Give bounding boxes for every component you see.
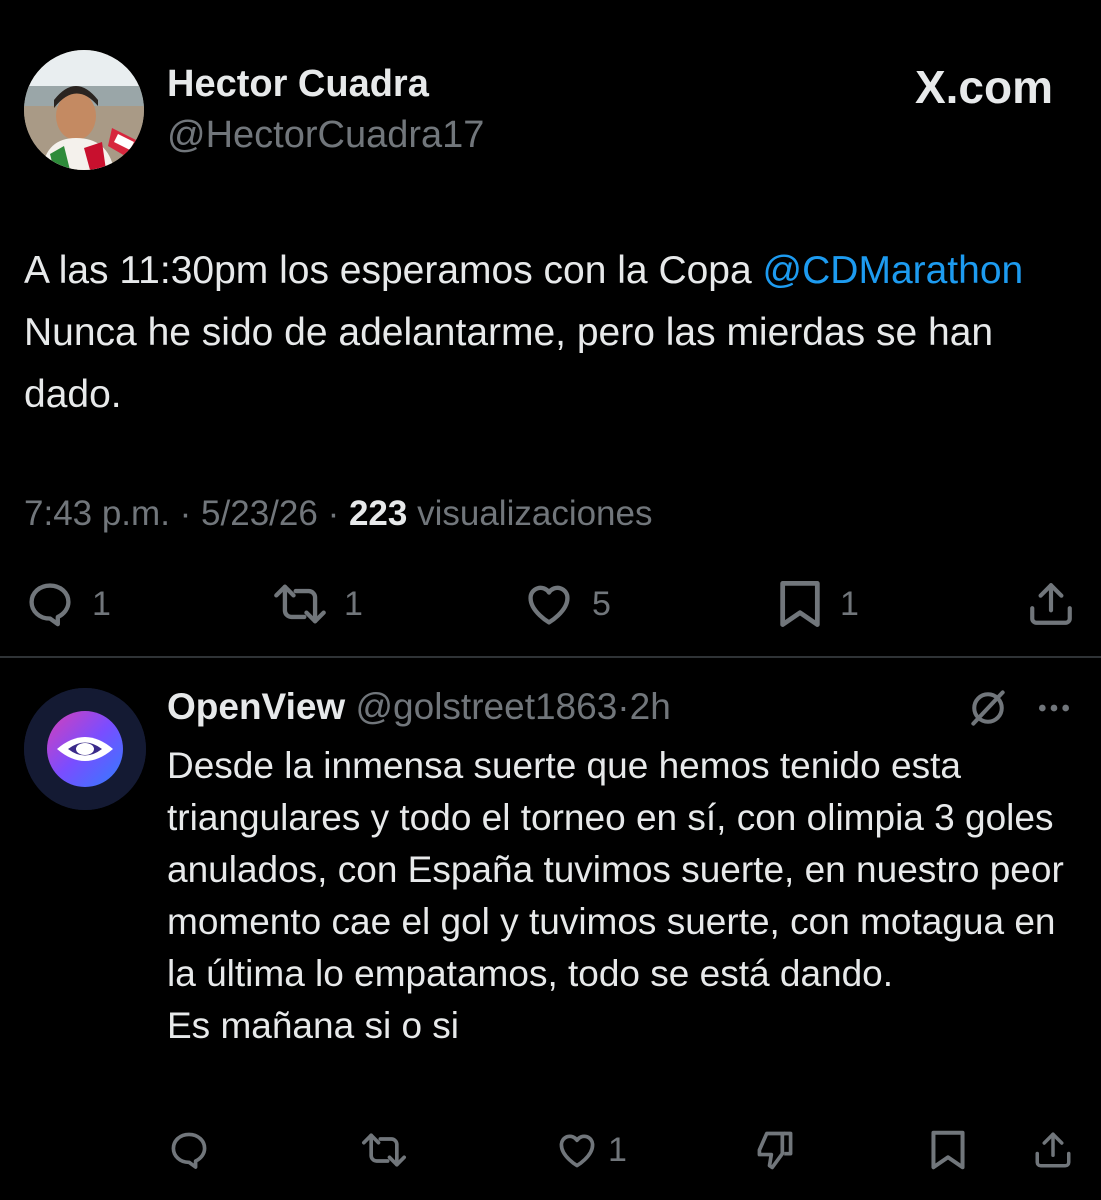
bookmark-count: 1 [840,584,859,623]
post-text: A las 11:30pm los esperamos con la Copa … [24,240,1074,426]
views-count: 223 [348,494,408,533]
grok-slash-circle-icon [971,690,1005,726]
reply-author-handle[interactable]: @golstreet1863 [356,686,618,727]
thumbs-down-icon [757,1131,793,1170]
more-dots-icon [1039,704,1069,712]
author-name[interactable]: Hector Cuadra [167,63,429,106]
avatar-photo [24,50,144,170]
reply-button[interactable]: 1 [24,578,111,630]
speech-bubble-icon [29,583,71,627]
repost-button[interactable]: 1 [272,578,363,630]
meta-separator: · [327,494,340,533]
more-button[interactable] [1034,686,1074,735]
repost-count: 1 [344,584,363,623]
like-button[interactable]: 5 [522,578,611,630]
openview-logo [24,688,146,810]
reply-separator: · [617,686,630,727]
share-upload-icon [1030,583,1072,625]
repost-arrows-icon [274,584,326,624]
reply-count: 1 [92,584,111,623]
reply-post: OpenView @golstreet1863·2h Desde la inme… [0,660,1101,1200]
post-text-end: Nunca he sido de adelantarme, pero las m… [24,311,994,416]
share-upload-icon [1035,1132,1071,1168]
brand-logo: X.com [914,61,1053,113]
speech-bubble-icon [171,1132,207,1169]
heart-icon [528,585,570,625]
dislike-button[interactable] [752,1128,798,1172]
views-label: visualizaciones [417,494,653,533]
reply-like-button[interactable]: 1 [554,1128,627,1172]
reply-text: Desde la inmensa suerte que hemos tenido… [167,745,1064,1046]
reply-like-count: 1 [608,1130,627,1169]
reply-avatar[interactable] [24,688,146,810]
reply-reply-button[interactable] [167,1128,211,1172]
reply-header: OpenView @golstreet1863·2h [167,686,671,728]
heart-icon [559,1134,595,1168]
post-text-start: A las 11:30pm los esperamos con la Copa [24,249,763,292]
reply-time[interactable]: 2h [630,686,671,727]
bookmark-button[interactable]: 1 [776,578,859,630]
post-time[interactable]: 7:43 p.m. [24,494,170,533]
reply-repost-button[interactable] [360,1128,408,1172]
bookmark-icon [931,1130,965,1170]
post-date[interactable]: 5/23/26 [201,494,318,533]
mention-link[interactable]: @CDMarathon [763,249,1024,292]
repost-arrows-icon [362,1133,406,1167]
author-avatar[interactable] [24,50,144,170]
meta-separator: · [179,494,192,533]
share-button[interactable] [1026,578,1076,630]
like-count: 5 [592,584,611,623]
grok-button[interactable] [966,686,1010,735]
author-handle[interactable]: @HectorCuadra17 [167,114,484,157]
main-post: Hector Cuadra @HectorCuadra17 X.com A la… [0,0,1101,658]
reply-share-button[interactable] [1032,1128,1074,1172]
bookmark-icon [780,581,820,627]
post-meta: 7:43 p.m. · 5/23/26 · 223 visualizacione… [24,494,653,534]
reply-bookmark-button[interactable] [928,1128,968,1172]
reply-author-name[interactable]: OpenView [167,686,345,727]
